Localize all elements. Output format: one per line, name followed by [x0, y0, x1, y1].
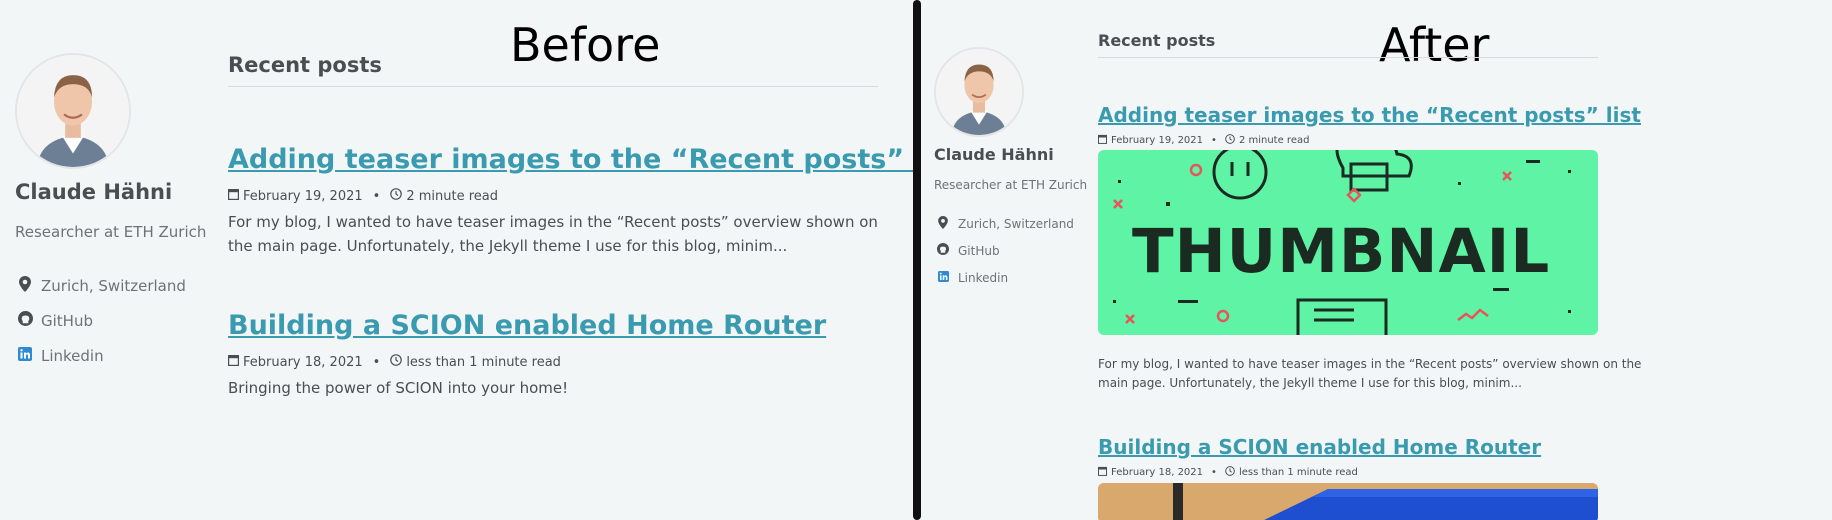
author-links: Zurich, Switzerland GitHub Linkedin — [17, 268, 186, 373]
section-title: Recent posts — [228, 53, 382, 77]
post-read-time: less than 1 minute read — [1238, 467, 1358, 478]
post-item: Building a SCION enabled Home Router Feb… — [1098, 435, 1618, 479]
clock-icon — [1225, 466, 1235, 479]
author-github-label: GitHub — [41, 311, 93, 330]
meta-separator: • — [372, 188, 381, 204]
linkedin-icon — [17, 346, 33, 365]
post-excerpt: For my blog, I wanted to have teaser ima… — [228, 213, 878, 255]
author-location-label: Zurich, Switzerland — [958, 216, 1074, 231]
avatar-photo — [936, 49, 1022, 135]
post-read-time: 2 minute read — [406, 188, 498, 204]
post-excerpt-line: main page. Unfortunately, the Jekyll the… — [1098, 376, 1522, 390]
post-read-time: 2 minute read — [1238, 135, 1310, 146]
post-item: Adding teaser images to the “Recent post… — [1098, 103, 1641, 147]
calendar-icon — [228, 188, 240, 204]
section-divider — [228, 86, 878, 87]
map-marker-icon — [936, 215, 950, 232]
post-date: February 18, 2021 — [1111, 467, 1204, 478]
post-item: Adding teaser images to the “Recent post… — [228, 144, 913, 258]
post-title-link[interactable]: Building a SCION enabled Home Router — [228, 310, 888, 341]
post-meta: February 18, 2021 • less than 1 minute r… — [1098, 466, 1618, 479]
section-title: Recent posts — [1098, 31, 1216, 50]
before-label: Before — [510, 18, 661, 72]
post-teaser-image[interactable] — [1098, 483, 1598, 520]
author-github-link[interactable]: GitHub — [936, 237, 1074, 264]
author-linkedin-label: Linkedin — [41, 346, 104, 365]
router-photo — [1098, 483, 1598, 520]
section-divider — [1098, 57, 1598, 58]
author-linkedin-link[interactable]: Linkedin — [17, 338, 186, 373]
post-meta: February 18, 2021 • less than 1 minute r… — [228, 354, 888, 370]
meta-separator: • — [372, 354, 381, 370]
thumbnail-text: THUMBNAIL — [1132, 216, 1551, 287]
post-read-time: less than 1 minute read — [406, 354, 561, 370]
author-location: Zurich, Switzerland — [17, 268, 186, 303]
post-excerpt: Bringing the power of SCION into your ho… — [228, 379, 569, 397]
post-title-link[interactable]: Building a SCION enabled Home Router — [1098, 435, 1618, 459]
map-marker-icon — [17, 275, 33, 296]
avatar[interactable] — [15, 53, 131, 169]
author-linkedin-label: Linkedin — [958, 270, 1009, 285]
after-label: After — [1379, 18, 1490, 72]
author-bio: Researcher at ETH Zurich — [934, 178, 1088, 192]
post-date: February 19, 2021 — [1111, 135, 1204, 146]
avatar-photo — [17, 55, 129, 167]
author-name: Claude Hähni — [15, 180, 173, 204]
post-item: Building a SCION enabled Home Router Feb… — [228, 310, 888, 400]
after-panel: After Claude Hähni Researcher at ETH Zur… — [921, 0, 1832, 520]
before-panel: Before Claude Hähni Researcher at ETH Zu… — [0, 0, 913, 520]
post-date: February 18, 2021 — [243, 354, 363, 370]
clock-icon — [390, 188, 403, 204]
post-title-link[interactable]: Adding teaser images to the “Recent post… — [1098, 103, 1641, 127]
panel-divider — [913, 0, 921, 520]
clock-icon — [390, 354, 403, 370]
post-meta: February 19, 2021 • 2 minute read — [228, 188, 888, 204]
post-excerpt-line: For my blog, I wanted to have teaser ima… — [1098, 357, 1642, 371]
post-date: February 19, 2021 — [243, 188, 363, 204]
github-icon — [17, 311, 33, 330]
author-name: Claude Hähni — [934, 145, 1054, 164]
linkedin-icon — [936, 270, 950, 285]
author-bio: Researcher at ETH Zurich — [15, 223, 207, 241]
author-linkedin-link[interactable]: Linkedin — [936, 264, 1074, 291]
meta-separator: • — [1211, 467, 1217, 478]
calendar-icon — [1098, 466, 1108, 479]
post-excerpt: For my blog, I wanted to have teaser ima… — [1098, 355, 1642, 393]
author-location-label: Zurich, Switzerland — [41, 276, 186, 295]
author-links: Zurich, Switzerland GitHub Linkedin — [936, 210, 1074, 291]
author-location: Zurich, Switzerland — [936, 210, 1074, 237]
post-meta: February 19, 2021 • 2 minute read — [1098, 134, 1618, 147]
meta-separator: • — [1211, 135, 1217, 146]
github-icon — [936, 243, 950, 258]
calendar-icon — [228, 354, 240, 370]
clock-icon — [1225, 134, 1235, 147]
post-teaser-image[interactable]: THUMBNAIL — [1098, 150, 1598, 335]
author-github-link[interactable]: GitHub — [17, 303, 186, 338]
author-github-label: GitHub — [958, 243, 1000, 258]
post-title-link[interactable]: Adding teaser images to the “Recent post… — [228, 144, 913, 175]
avatar[interactable] — [934, 47, 1024, 137]
calendar-icon — [1098, 134, 1108, 147]
